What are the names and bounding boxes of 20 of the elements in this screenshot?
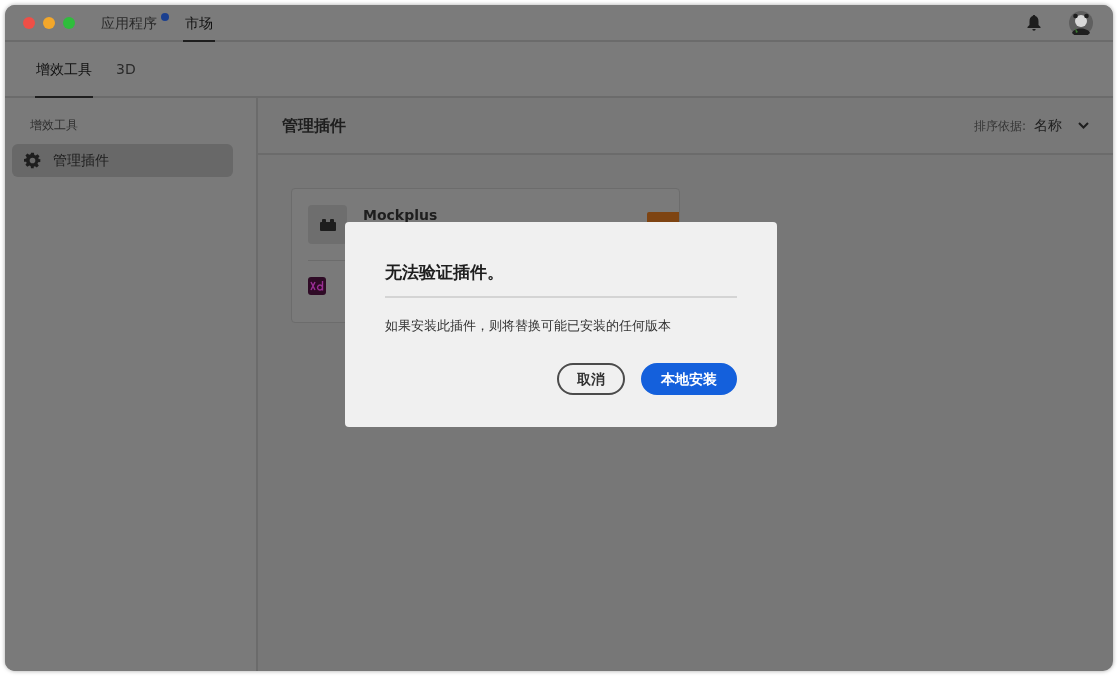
dialog-message: 如果安装此插件，则将替换可能已安装的任何版本: [385, 316, 672, 335]
section-tab[interactable]: 3D: [115, 42, 137, 98]
avatar[interactable]: [1069, 10, 1093, 35]
minimize-button[interactable]: [43, 16, 55, 29]
app-icon: [308, 277, 326, 295]
sidebar-heading: 增效工具: [29, 117, 79, 134]
install-button[interactable]: 本地安装: [641, 363, 737, 395]
sidebar-item[interactable]: 管理插件: [12, 144, 233, 177]
chevron-down-icon[interactable]: [1078, 122, 1089, 129]
sort-label: 排序依据:: [973, 117, 1026, 135]
sidebar-item-label: 管理插件: [53, 151, 109, 170]
sort-dropdown[interactable]: 名称: [1034, 115, 1062, 136]
dialog-title: 无法验证插件。: [385, 260, 737, 298]
cancel-button[interactable]: 取消: [557, 363, 625, 395]
bell-icon[interactable]: [1027, 14, 1041, 31]
app-tab[interactable]: 应用程序: [99, 7, 159, 42]
plugin-name: Mockplus: [363, 206, 438, 225]
gear-icon: [24, 152, 41, 169]
plugin-icon: [308, 205, 347, 244]
page-title: 管理插件: [282, 114, 346, 137]
